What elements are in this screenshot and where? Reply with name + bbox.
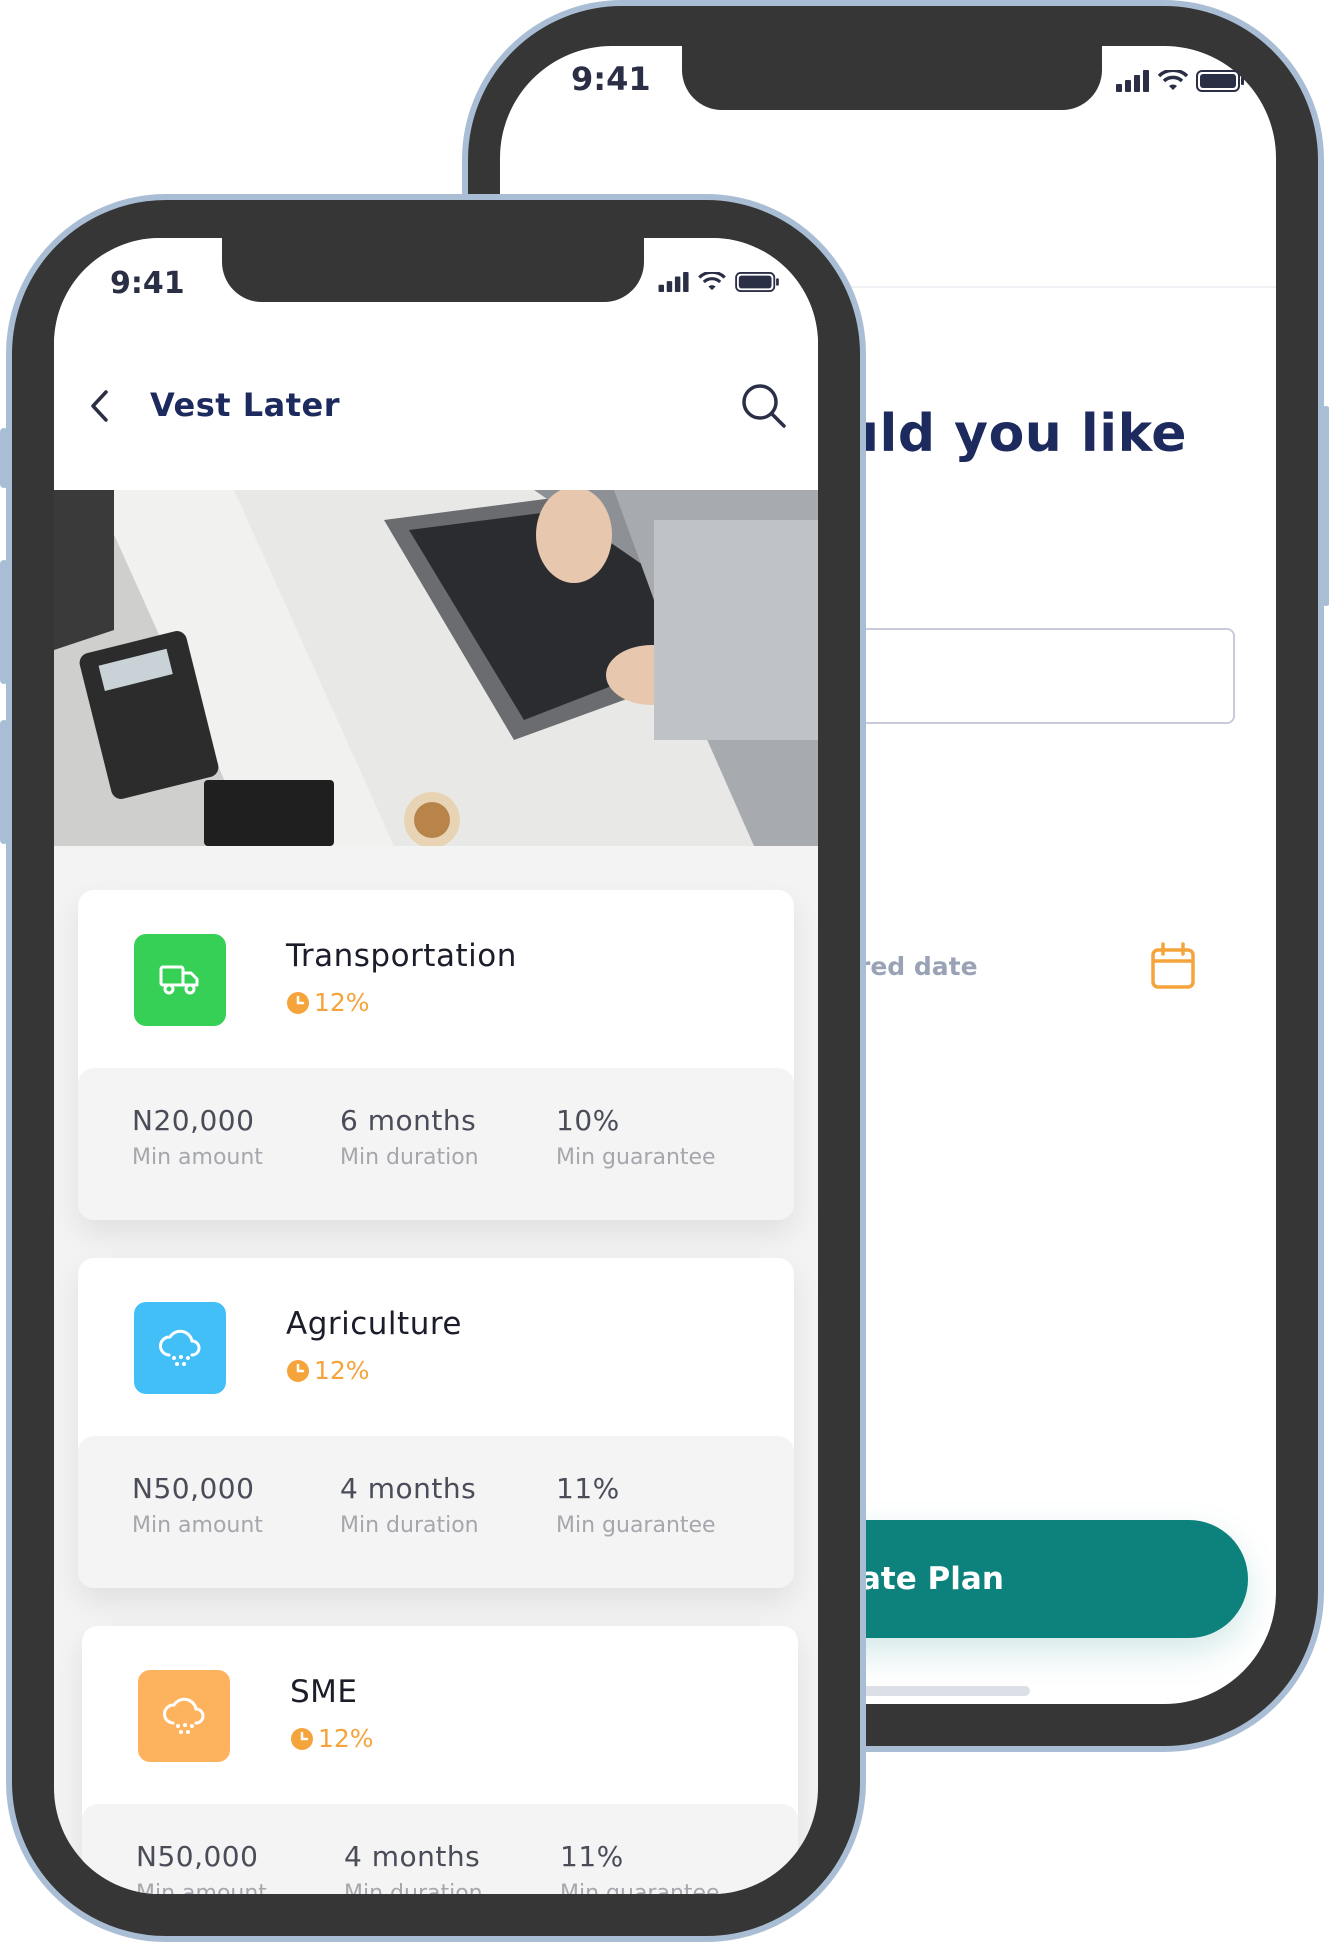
clock-icon	[287, 991, 309, 1014]
signal-icon	[1116, 70, 1149, 92]
stat-value: N50,000	[136, 1840, 259, 1873]
stat-label: Min amount	[136, 1881, 267, 1894]
stat-value: 11%	[560, 1840, 624, 1873]
back-status-icons	[1116, 70, 1244, 92]
stat-label: Min amount	[132, 1145, 263, 1170]
stat-min-amount: N50,000 Min amount	[132, 1472, 263, 1538]
side-button	[0, 720, 8, 844]
wifi-icon	[698, 272, 726, 291]
side-button	[0, 428, 8, 488]
stat-value: N50,000	[132, 1472, 255, 1505]
search-icon[interactable]	[740, 382, 788, 430]
clock-icon	[287, 1359, 309, 1382]
stat-label: Min duration	[340, 1513, 479, 1538]
back-notch	[682, 46, 1102, 110]
investment-card[interactable]: SME 12% N50,000 Min amount 4 months Min …	[82, 1626, 798, 1894]
cloud-rain-icon	[159, 1329, 201, 1366]
calendar-icon[interactable]	[1150, 942, 1196, 990]
stat-label: Min duration	[344, 1881, 483, 1894]
card-stats: N50,000 Min amount 4 months Min duration…	[82, 1804, 798, 1894]
status-time: 9:41	[571, 60, 651, 98]
plan-question-heading: uld you like	[842, 404, 1188, 464]
rate-value: 12%	[314, 988, 370, 1017]
stat-min-guarantee: 10% Min guarantee	[556, 1104, 716, 1170]
card-rate: 12%	[290, 1724, 374, 1753]
page-title: Vest Later	[150, 386, 340, 424]
stat-min-guarantee: 11% Min guarantee	[556, 1472, 716, 1538]
clock-icon	[291, 1727, 313, 1750]
battery-icon	[735, 272, 779, 292]
stat-min-amount: N50,000 Min amount	[136, 1840, 267, 1894]
hero-image	[54, 490, 818, 846]
side-button	[1322, 406, 1329, 606]
stat-value: 6 months	[340, 1104, 477, 1137]
rate-value: 12%	[318, 1724, 374, 1753]
stat-value: N20,000	[132, 1104, 255, 1137]
card-rate: 12%	[286, 1356, 370, 1385]
stat-value: 4 months	[340, 1472, 477, 1505]
stat-min-guarantee: 11% Min guarantee	[560, 1840, 720, 1894]
card-icon-box	[134, 934, 226, 1026]
stat-value: 4 months	[344, 1840, 481, 1873]
wifi-icon	[1158, 70, 1188, 90]
card-title: Transportation	[286, 938, 517, 974]
front-status-icons	[658, 272, 780, 292]
stat-min-duration: 4 months Min duration	[344, 1840, 483, 1894]
card-stats: N50,000 Min amount 4 months Min duration…	[78, 1436, 794, 1588]
stat-min-duration: 6 months Min duration	[340, 1104, 479, 1170]
chevron-left-icon[interactable]	[88, 388, 112, 424]
card-rate: 12%	[286, 988, 370, 1017]
stat-min-amount: N20,000 Min amount	[132, 1104, 263, 1170]
signal-icon	[658, 272, 689, 292]
investment-card[interactable]: Transportation 12% N20,000 Min amount 6 …	[78, 890, 794, 1220]
date-field-placeholder[interactable]: red date	[858, 952, 978, 981]
stat-label: Min guarantee	[560, 1881, 720, 1894]
card-icon-box	[134, 1302, 226, 1394]
rate-value: 12%	[314, 1356, 370, 1385]
side-button	[0, 560, 8, 684]
create-plan-button[interactable]: ate Plan	[820, 1520, 1248, 1638]
battery-icon	[1196, 70, 1244, 92]
stat-min-duration: 4 months Min duration	[340, 1472, 479, 1538]
status-time: 9:41	[110, 266, 185, 301]
front-notch	[222, 238, 644, 302]
card-icon-box	[138, 1670, 230, 1762]
stat-label: Min guarantee	[556, 1513, 716, 1538]
stat-label: Min amount	[132, 1513, 263, 1538]
truck-icon	[159, 965, 199, 995]
card-title: Agriculture	[286, 1306, 462, 1342]
front-phone-screen: Vest Later Transportation 12% N20,000 Mi…	[54, 238, 818, 1894]
card-stats: N20,000 Min amount 6 months Min duration…	[78, 1068, 794, 1220]
investment-card[interactable]: Agriculture 12% N50,000 Min amount 4 mon…	[78, 1258, 794, 1588]
plan-name-input[interactable]	[860, 628, 1235, 724]
stat-label: Min duration	[340, 1145, 479, 1170]
card-title: SME	[290, 1674, 358, 1710]
stat-value: 11%	[556, 1472, 620, 1505]
stat-label: Min guarantee	[556, 1145, 716, 1170]
stat-value: 10%	[556, 1104, 620, 1137]
cloud-rain-icon	[163, 1697, 205, 1734]
